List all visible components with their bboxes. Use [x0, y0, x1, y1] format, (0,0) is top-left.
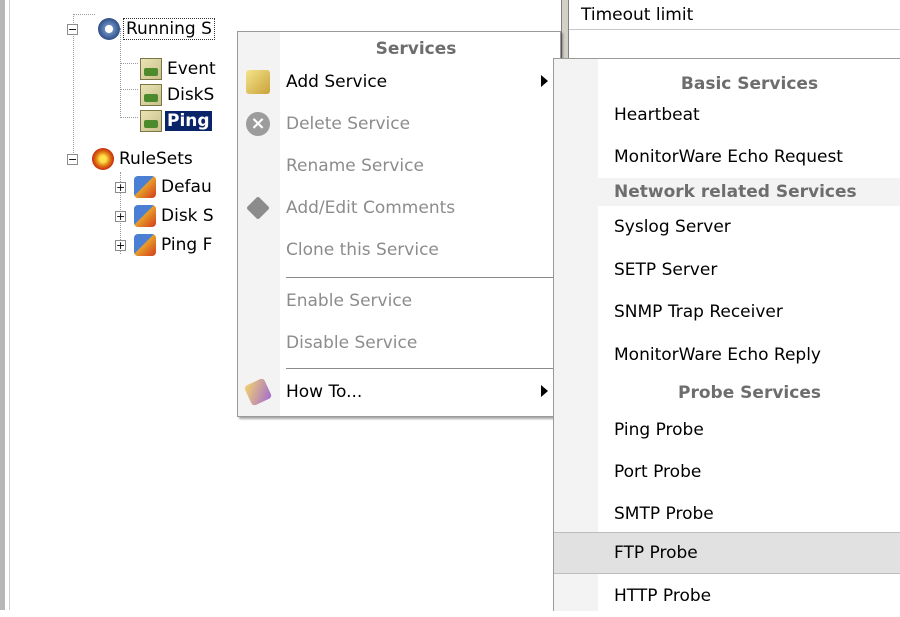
submenu-item-syslog-server[interactable]: Syslog Server	[554, 206, 900, 248]
comment-icon	[246, 196, 270, 220]
submenu-item-ping-probe[interactable]: Ping Probe	[554, 409, 900, 451]
menu-item-add-edit-comments[interactable]: Add/Edit Comments	[238, 188, 558, 228]
ruleset-icon	[92, 148, 114, 170]
menu-item-add-service[interactable]: Add Service	[238, 62, 558, 102]
tree-node-label: Running S	[123, 18, 215, 40]
submenu-item-heartbeat[interactable]: Heartbeat	[554, 94, 900, 136]
menu-item-enable-service[interactable]: Enable Service	[238, 281, 558, 321]
submenu-group-header: Probe Services	[678, 383, 821, 403]
tree-connector	[120, 63, 138, 64]
submenu-group-header: Network related Services	[598, 178, 900, 206]
service-icon	[140, 84, 162, 106]
submenu-item-snmp-trap-receiver[interactable]: SNMP Trap Receiver	[554, 291, 900, 333]
submenu-item-smtp-probe[interactable]: SMTP Probe	[554, 493, 900, 535]
context-menu: Services Add Service × Delete Service Re…	[237, 31, 561, 417]
submenu-item-label: Syslog Server	[614, 217, 731, 237]
expand-toggle[interactable]: +	[115, 240, 126, 251]
service-icon	[140, 110, 162, 132]
submenu-item-label: SMTP Probe	[614, 504, 714, 524]
submenu-arrow-icon	[541, 75, 548, 87]
gear-icon	[98, 18, 120, 40]
expand-toggle[interactable]: +	[115, 211, 126, 222]
menu-item-label: Rename Service	[286, 156, 424, 176]
tree-node-service[interactable]: Event	[140, 56, 236, 82]
tree-node-label: Event	[167, 59, 216, 79]
tree-node-label: DiskS	[167, 85, 215, 105]
tree-node-service[interactable]: DiskS	[140, 82, 236, 108]
tree-node-ruleset[interactable]: Ping F	[134, 232, 236, 258]
add-service-icon	[246, 70, 270, 94]
tree-connector	[120, 117, 138, 118]
menu-item-how-to[interactable]: How To...	[238, 372, 558, 412]
add-service-submenu: Basic Services Heartbeat MonitorWare Ech…	[553, 58, 900, 611]
menu-item-clone-service[interactable]: Clone this Service	[238, 230, 558, 270]
submenu-item-ftp-probe[interactable]: FTP Probe	[554, 532, 900, 574]
submenu-item-echo-reply[interactable]: MonitorWare Echo Reply	[554, 334, 900, 376]
menu-item-label: Enable Service	[286, 291, 413, 311]
tree-node-rulesets[interactable]: RuleSets	[92, 146, 237, 172]
menu-item-delete-service[interactable]: × Delete Service	[238, 104, 558, 144]
tree-node-label: Defau	[161, 177, 212, 197]
submenu-item-label: HTTP Probe	[614, 586, 712, 606]
menu-item-label: Add/Edit Comments	[286, 198, 456, 218]
tree-connector	[73, 14, 95, 15]
ruleset-icon	[134, 234, 156, 256]
tree-node-ruleset[interactable]: Defau	[134, 174, 236, 200]
menu-separator	[286, 277, 558, 278]
tree-node-service-selected[interactable]: Ping	[140, 108, 236, 134]
tree-node-label: Ping F	[161, 235, 213, 255]
submenu-item-echo-request[interactable]: MonitorWare Echo Request	[554, 136, 900, 178]
submenu-item-setp-server[interactable]: SETP Server	[554, 249, 900, 291]
submenu-arrow-icon	[541, 385, 548, 397]
menu-item-label: Add Service	[286, 72, 388, 92]
book-icon	[243, 377, 273, 407]
submenu-item-label: SNMP Trap Receiver	[614, 302, 783, 322]
service-icon	[140, 58, 162, 80]
tree-node-running-services[interactable]: Running S	[98, 16, 238, 42]
menu-item-rename-service[interactable]: Rename Service	[238, 146, 558, 186]
submenu-item-label: Heartbeat	[614, 105, 700, 125]
expand-toggle[interactable]: +	[115, 182, 126, 193]
submenu-item-label: Ping Probe	[614, 420, 704, 440]
menu-item-label: Disable Service	[286, 333, 418, 353]
tree-node-label: Ping	[165, 111, 212, 131]
submenu-item-label: MonitorWare Echo Reply	[614, 345, 821, 365]
tree-connector	[73, 14, 74, 163]
menu-item-label: How To...	[286, 382, 363, 402]
ruleset-icon	[134, 205, 156, 227]
tree-node-ruleset[interactable]: Disk S	[134, 203, 236, 229]
tree-node-label: Disk S	[161, 206, 214, 226]
column-header[interactable]: Timeout limit	[569, 0, 900, 30]
submenu-item-port-probe[interactable]: Port Probe	[554, 451, 900, 493]
submenu-item-http-probe[interactable]: HTTP Probe	[554, 575, 900, 617]
submenu-item-label: SETP Server	[614, 260, 718, 280]
tree-connector	[120, 89, 138, 90]
menu-separator	[286, 368, 558, 369]
delete-icon: ×	[246, 112, 270, 136]
ruleset-icon	[134, 176, 156, 198]
submenu-item-label: FTP Probe	[614, 543, 698, 563]
submenu-item-label: MonitorWare Echo Request	[614, 147, 843, 167]
tree-node-label: RuleSets	[119, 149, 193, 169]
collapse-toggle[interactable]: −	[67, 154, 78, 165]
menu-item-label: Delete Service	[286, 114, 411, 134]
menu-item-disable-service[interactable]: Disable Service	[238, 323, 558, 363]
collapse-toggle[interactable]: −	[67, 24, 78, 35]
submenu-item-label: Port Probe	[614, 462, 702, 482]
menu-header: Services	[375, 39, 457, 59]
menu-item-label: Clone this Service	[286, 240, 439, 260]
